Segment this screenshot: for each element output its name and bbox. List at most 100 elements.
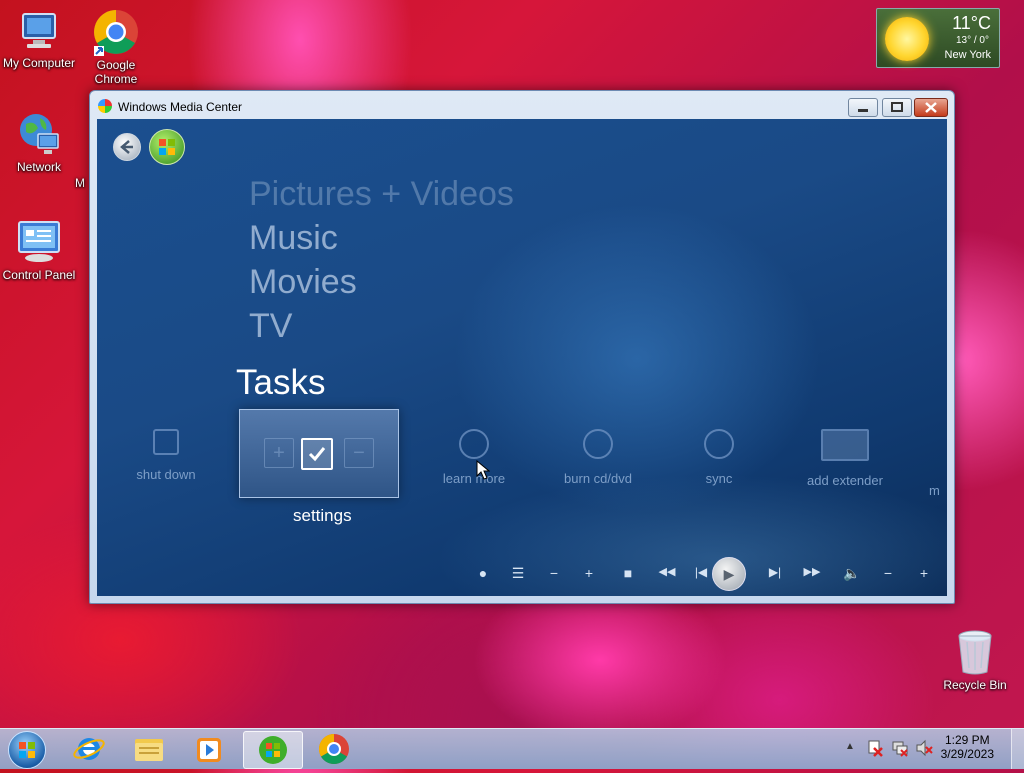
control-panel-icon bbox=[15, 218, 63, 266]
windows-logo-icon bbox=[159, 139, 175, 155]
task-label: shut down bbox=[136, 467, 196, 482]
task-label: learn more bbox=[442, 471, 506, 486]
menu-item-music[interactable]: Music bbox=[249, 219, 338, 258]
close-icon bbox=[925, 102, 937, 113]
system-clock[interactable]: 1:29 PM 3/29/2023 bbox=[941, 733, 994, 761]
desktop-icon-label: Recycle Bin bbox=[943, 678, 1007, 692]
weather-city: New York bbox=[944, 49, 991, 61]
play-icon: ▶ bbox=[723, 566, 735, 582]
channel-down-button[interactable]: − bbox=[543, 565, 565, 581]
show-desktop-button[interactable] bbox=[1011, 729, 1024, 769]
taskbar: ▲ 1:29 PM 3/29/2023 bbox=[0, 728, 1024, 769]
computer-icon bbox=[17, 10, 61, 54]
taskbar-media-player[interactable] bbox=[180, 731, 238, 767]
settings-check-button[interactable] bbox=[301, 438, 333, 470]
media-player-icon bbox=[197, 738, 221, 762]
task-sync[interactable]: sync bbox=[659, 429, 779, 486]
network-globe-icon bbox=[16, 110, 62, 158]
restore-icon bbox=[891, 102, 903, 112]
close-button[interactable] bbox=[914, 98, 948, 117]
back-arrow-icon bbox=[120, 140, 133, 154]
minimize-button[interactable] bbox=[848, 98, 878, 117]
play-button[interactable]: ▶ bbox=[712, 557, 746, 591]
minimize-icon bbox=[858, 109, 868, 112]
task-learn-more[interactable]: learn more bbox=[414, 429, 534, 486]
checkmark-icon bbox=[308, 447, 326, 462]
weather-temperature: 11°C bbox=[952, 13, 991, 33]
task-label: burn cd/dvd bbox=[564, 471, 632, 486]
media-center-content: Pictures + Videos Music Movies TV Tasks … bbox=[97, 119, 947, 596]
task-add-extender[interactable]: add extender bbox=[785, 429, 905, 488]
menu-item-tv[interactable]: TV bbox=[249, 307, 292, 346]
start-button[interactable] bbox=[149, 129, 185, 165]
task-settings-label: settings bbox=[293, 506, 352, 525]
stop-button[interactable]: ■ bbox=[617, 565, 639, 581]
desktop-icon-network[interactable]: Network bbox=[0, 110, 81, 174]
desktop-icon-my-computer[interactable]: My Computer bbox=[0, 10, 81, 70]
desktop-icon-label: My Computer bbox=[2, 56, 76, 70]
show-hidden-icons-button[interactable]: ▲ bbox=[845, 741, 855, 752]
task-partial[interactable]: m bbox=[929, 483, 947, 498]
media-center-icon bbox=[98, 99, 112, 113]
next-button[interactable]: ▶| bbox=[764, 565, 786, 579]
window-title: Windows Media Center bbox=[118, 100, 243, 114]
taskbar-file-explorer[interactable] bbox=[120, 731, 178, 767]
restore-button[interactable] bbox=[882, 98, 912, 117]
task-label: add extender bbox=[807, 473, 883, 488]
folder-icon bbox=[135, 739, 163, 761]
desktop-icon-control-panel[interactable]: Control Panel bbox=[0, 218, 81, 282]
internet-explorer-icon bbox=[73, 738, 105, 760]
volume-muted-icon[interactable] bbox=[915, 739, 933, 760]
task-settings[interactable]: + − bbox=[239, 409, 399, 498]
clock-date: 3/29/2023 bbox=[940, 747, 994, 761]
windows-logo-icon bbox=[459, 429, 489, 459]
task-label: m bbox=[929, 483, 940, 498]
menu-current-section: Tasks bbox=[236, 363, 326, 402]
weather-gadget[interactable]: 11°C 13° / 0° New York bbox=[876, 8, 1000, 68]
task-shut-down[interactable]: shut down bbox=[106, 429, 226, 482]
mute-button[interactable]: 🔈 bbox=[841, 565, 863, 582]
chrome-icon bbox=[318, 734, 349, 765]
desktop-icon-label: Control Panel bbox=[2, 268, 76, 282]
disc-icon bbox=[583, 429, 613, 459]
window-titlebar[interactable]: Windows Media Center bbox=[90, 91, 954, 119]
settings-minus-right-button[interactable]: − bbox=[344, 438, 374, 468]
volume-up-button[interactable]: + bbox=[913, 565, 935, 581]
network-status-icon[interactable] bbox=[891, 739, 909, 760]
back-button[interactable] bbox=[113, 133, 141, 161]
windows-logo-icon bbox=[19, 742, 35, 758]
record-button[interactable]: ● bbox=[472, 565, 494, 581]
guide-button[interactable]: ☰ bbox=[507, 565, 529, 582]
monitor-icon bbox=[821, 429, 869, 461]
task-burn-cd-dvd[interactable]: burn cd/dvd bbox=[538, 429, 658, 486]
recycle-bin-icon bbox=[955, 628, 995, 676]
clock-time: 1:29 PM bbox=[944, 733, 990, 747]
desktop-icon-label: Network bbox=[16, 160, 61, 174]
taskbar-media-center[interactable] bbox=[243, 731, 303, 769]
fast-forward-button[interactable]: ▶▶ bbox=[799, 565, 825, 578]
taskbar-internet-explorer[interactable] bbox=[60, 731, 118, 767]
desktop-icon-label: Google Chrome bbox=[94, 58, 138, 86]
sun-icon bbox=[885, 17, 929, 61]
channel-up-button[interactable]: + bbox=[578, 565, 600, 581]
desktop-icon-recycle-bin[interactable]: Recycle Bin bbox=[933, 628, 1017, 692]
previous-button[interactable]: |◀ bbox=[690, 565, 712, 579]
weather-range: 13° / 0° bbox=[955, 35, 989, 46]
cursor-icon bbox=[476, 459, 491, 480]
menu-item-movies[interactable]: Movies bbox=[249, 263, 357, 302]
media-center-window[interactable]: Windows Media Center Pictures + Videos M… bbox=[89, 90, 955, 604]
rewind-button[interactable]: ◀◀ bbox=[654, 565, 680, 578]
desktop-icon-google-chrome[interactable]: Google Chrome bbox=[74, 8, 158, 86]
media-center-icon bbox=[259, 736, 287, 764]
action-center-icon[interactable] bbox=[866, 739, 884, 760]
chrome-icon bbox=[92, 8, 140, 56]
task-label: sync bbox=[705, 471, 733, 486]
menu-item-pictures-videos[interactable]: Pictures + Videos bbox=[249, 175, 514, 214]
taskbar-google-chrome[interactable] bbox=[305, 731, 363, 767]
start-orb[interactable] bbox=[8, 731, 46, 769]
desktop-icon-label: M bbox=[75, 176, 85, 190]
power-icon bbox=[153, 429, 179, 455]
settings-minus-left-button[interactable]: + bbox=[264, 438, 294, 468]
mouse-cursor bbox=[476, 459, 491, 485]
volume-down-button[interactable]: − bbox=[877, 565, 899, 581]
